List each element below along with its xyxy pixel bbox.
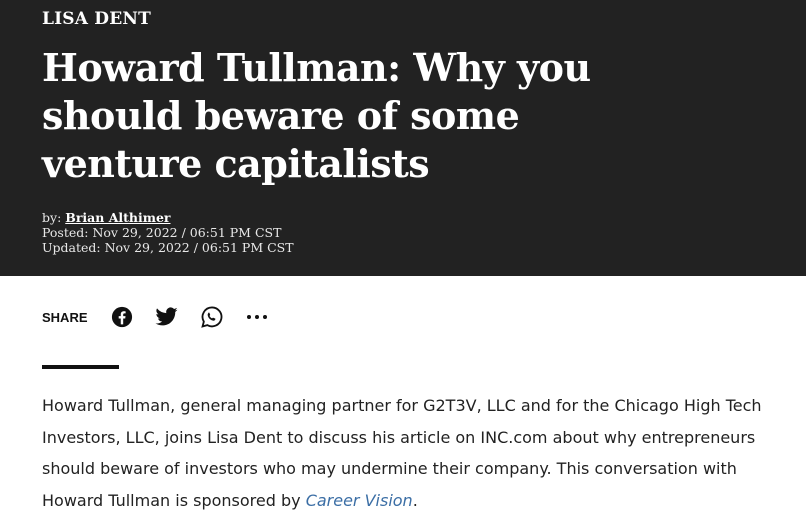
article-meta: by: Brian Althimer Posted: Nov 29, 2022 … — [42, 210, 294, 255]
sponsor-link[interactable]: Career Vision — [306, 491, 413, 510]
byline: by: Brian Althimer — [42, 210, 294, 225]
article-header: LISA DENT Howard Tullman: Why you should… — [0, 0, 806, 276]
twitter-icon[interactable] — [155, 305, 179, 329]
author-link[interactable]: Brian Althimer — [65, 210, 170, 225]
article-headline: Howard Tullman: Why you should beware of… — [42, 45, 591, 186]
whatsapp-icon[interactable] — [200, 305, 224, 329]
section-divider — [42, 365, 119, 369]
show-kicker[interactable]: LISA DENT — [42, 9, 151, 29]
share-label: SHARE — [42, 309, 88, 325]
body-text-end: . — [412, 490, 418, 510]
share-bar: SHARE — [42, 305, 290, 329]
byline-prefix: by: — [42, 210, 66, 225]
facebook-icon[interactable] — [110, 305, 134, 329]
updated-date: Updated: Nov 29, 2022 / 06:51 PM CST — [42, 240, 294, 255]
more-icon[interactable] — [245, 305, 269, 329]
posted-date: Posted: Nov 29, 2022 / 06:51 PM CST — [42, 225, 282, 240]
article-body: Howard Tullman, general managing partner… — [42, 390, 787, 516]
